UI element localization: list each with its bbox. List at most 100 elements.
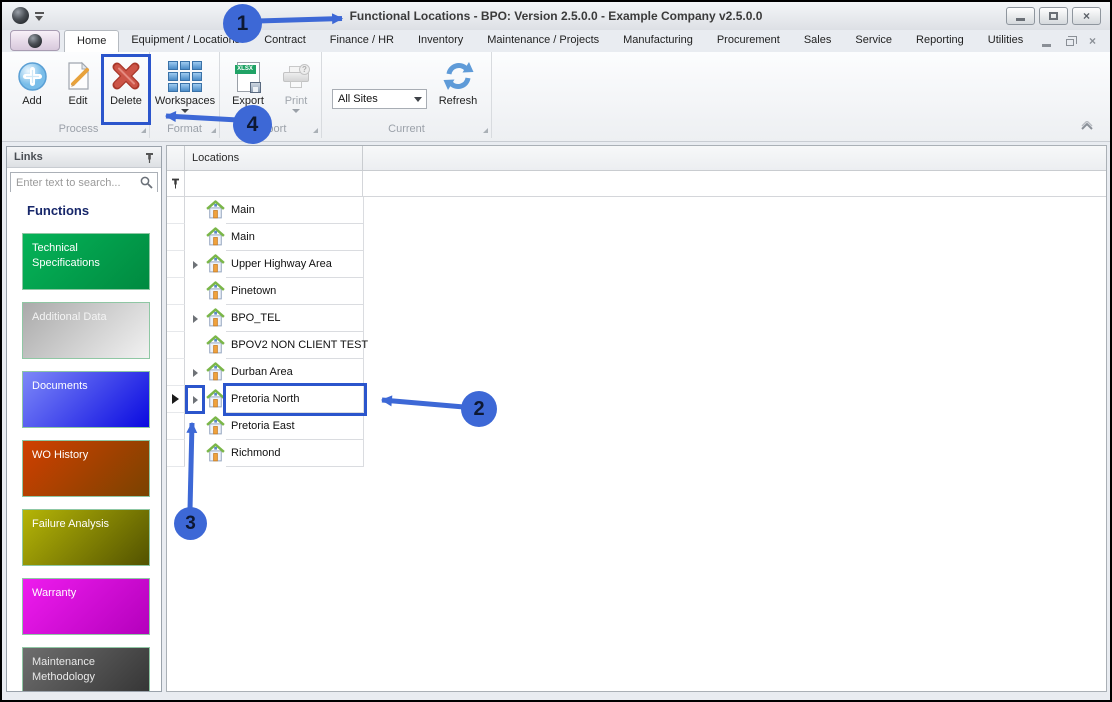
row-indicator-cell bbox=[167, 332, 185, 359]
function-tile[interactable]: Additional Data bbox=[22, 302, 150, 359]
location-tree-row[interactable]: Pretoria North bbox=[167, 383, 1106, 416]
maximize-icon bbox=[1049, 12, 1058, 20]
expand-toggle[interactable] bbox=[185, 385, 205, 414]
row-indicator-cell bbox=[167, 224, 185, 251]
location-tree-row[interactable]: Pinetown bbox=[167, 278, 1106, 305]
function-tile[interactable]: Failure Analysis bbox=[22, 509, 150, 566]
function-tile[interactable]: Warranty bbox=[22, 578, 150, 635]
ribbon-tab[interactable]: Utilities bbox=[976, 30, 1035, 52]
location-name-cell[interactable]: Pretoria East bbox=[226, 413, 364, 440]
location-name-cell[interactable]: Main bbox=[226, 197, 364, 224]
location-tree-row[interactable]: BPOV2 NON CLIENT TEST bbox=[167, 332, 1106, 359]
application-button[interactable] bbox=[10, 30, 60, 51]
row-indicator-icon bbox=[172, 394, 179, 404]
expand-toggle[interactable] bbox=[186, 359, 204, 386]
expand-toggle[interactable] bbox=[186, 197, 204, 224]
home-icon bbox=[205, 226, 226, 248]
dialog-launcher-icon[interactable] bbox=[483, 128, 488, 133]
ribbon-tab-row: Home Equipment / Locations Contract Fina… bbox=[2, 30, 1110, 52]
delete-button[interactable]: Delete bbox=[102, 55, 150, 107]
grid-filter-row bbox=[167, 171, 1106, 197]
ribbon-tab[interactable]: Home bbox=[64, 30, 120, 52]
expand-toggle[interactable] bbox=[186, 305, 204, 332]
close-button[interactable]: × bbox=[1072, 7, 1101, 25]
location-tree-row[interactable]: Upper Highway Area bbox=[167, 251, 1106, 278]
edit-icon bbox=[54, 55, 102, 92]
expand-arrow-icon bbox=[192, 260, 198, 269]
ribbon-tab[interactable]: Procurement bbox=[705, 30, 792, 52]
search-input[interactable] bbox=[11, 174, 157, 192]
site-selector-combobox[interactable]: All Sites bbox=[332, 89, 427, 109]
filter-cell[interactable] bbox=[185, 171, 363, 196]
mdi-minimize-icon[interactable] bbox=[1041, 43, 1051, 47]
row-indicator-cell bbox=[167, 278, 185, 305]
location-tree-row[interactable]: Durban Area bbox=[167, 359, 1106, 386]
links-sidebar: Links Functions Technical S bbox=[6, 146, 162, 692]
location-name-cell[interactable]: BPOV2 NON CLIENT TEST bbox=[226, 332, 368, 359]
expand-toggle[interactable] bbox=[186, 332, 204, 359]
links-panel-header: Links bbox=[7, 147, 161, 168]
maximize-button[interactable] bbox=[1039, 7, 1068, 25]
pin-icon[interactable] bbox=[144, 152, 155, 164]
location-name-cell[interactable]: Pretoria North bbox=[223, 383, 367, 416]
location-name-cell[interactable]: Upper Highway Area bbox=[226, 251, 364, 278]
dialog-launcher-icon[interactable] bbox=[313, 128, 318, 133]
ribbon-tab[interactable]: Reporting bbox=[904, 30, 976, 52]
print-icon: ? bbox=[272, 55, 320, 92]
location-name-cell[interactable]: Main bbox=[226, 224, 364, 251]
links-title: Links bbox=[14, 151, 43, 163]
export-xlsx-icon: XLSX bbox=[224, 55, 272, 93]
home-icon bbox=[205, 361, 226, 383]
home-icon bbox=[205, 334, 226, 356]
content-area: Links Functions Technical S bbox=[2, 142, 1110, 700]
ribbon-tab[interactable]: Manufacturing bbox=[611, 30, 705, 52]
add-button[interactable]: Add bbox=[8, 55, 56, 107]
ribbon-tab[interactable]: Finance / HR bbox=[318, 30, 406, 52]
export-button[interactable]: XLSX Export bbox=[224, 55, 272, 107]
location-tree-row[interactable]: Richmond bbox=[167, 440, 1106, 467]
location-tree-row[interactable]: Main bbox=[167, 224, 1106, 251]
location-name-cell[interactable]: Richmond bbox=[226, 440, 364, 467]
dropdown-caret-icon bbox=[414, 97, 422, 106]
location-name-cell[interactable]: BPO_TEL bbox=[226, 305, 364, 332]
location-tree-row[interactable]: Pretoria East bbox=[167, 413, 1106, 440]
workspaces-button[interactable]: Workspaces bbox=[152, 55, 218, 117]
expand-toggle[interactable] bbox=[186, 440, 204, 467]
expand-toggle[interactable] bbox=[186, 278, 204, 305]
dialog-launcher-icon[interactable] bbox=[211, 128, 216, 133]
grid-header-row: Locations bbox=[167, 146, 1106, 171]
mdi-restore-icon[interactable] bbox=[1065, 36, 1078, 46]
refresh-button[interactable]: Refresh bbox=[430, 55, 486, 107]
expand-arrow-icon bbox=[192, 314, 198, 323]
minimize-button[interactable] bbox=[1006, 7, 1035, 25]
ribbon-tab[interactable]: Contract bbox=[252, 30, 318, 52]
ribbon-tab[interactable]: Service bbox=[843, 30, 904, 52]
function-tile-label: Warranty bbox=[32, 587, 77, 599]
location-tree-row[interactable]: Main bbox=[167, 197, 1106, 224]
home-icon bbox=[205, 307, 226, 329]
expand-toggle[interactable] bbox=[186, 413, 204, 440]
ribbon-tab[interactable]: Maintenance / Projects bbox=[475, 30, 611, 52]
print-button[interactable]: ? Print bbox=[272, 55, 320, 117]
function-tiles: Technical Specifications Additional Data… bbox=[22, 233, 150, 691]
location-tree-row[interactable]: BPO_TEL bbox=[167, 305, 1106, 332]
function-tile[interactable]: WO History bbox=[22, 440, 150, 497]
edit-button[interactable]: Edit bbox=[54, 55, 102, 107]
ribbon-tab[interactable]: Sales bbox=[792, 30, 844, 52]
add-icon bbox=[8, 55, 56, 92]
ribbon-tab[interactable]: Inventory bbox=[406, 30, 475, 52]
location-name-cell[interactable]: Pinetown bbox=[226, 278, 364, 305]
function-tile[interactable]: Documents bbox=[22, 371, 150, 428]
locations-column-header[interactable]: Locations bbox=[185, 146, 363, 170]
location-name-cell[interactable]: Durban Area bbox=[226, 359, 364, 386]
dialog-launcher-icon[interactable] bbox=[141, 128, 146, 133]
expand-toggle[interactable] bbox=[186, 224, 204, 251]
collapse-ribbon-chevron-icon[interactable] bbox=[1080, 117, 1094, 135]
function-tile-label: Additional Data bbox=[32, 311, 107, 323]
mdi-close-icon[interactable]: × bbox=[1089, 34, 1096, 48]
function-tile[interactable]: Technical Specifications bbox=[22, 233, 150, 290]
ribbon-group-label: Current bbox=[388, 123, 425, 135]
ribbon-group-label: Format bbox=[167, 123, 202, 135]
function-tile[interactable]: Maintenance Methodology bbox=[22, 647, 150, 691]
expand-toggle[interactable] bbox=[186, 251, 204, 278]
